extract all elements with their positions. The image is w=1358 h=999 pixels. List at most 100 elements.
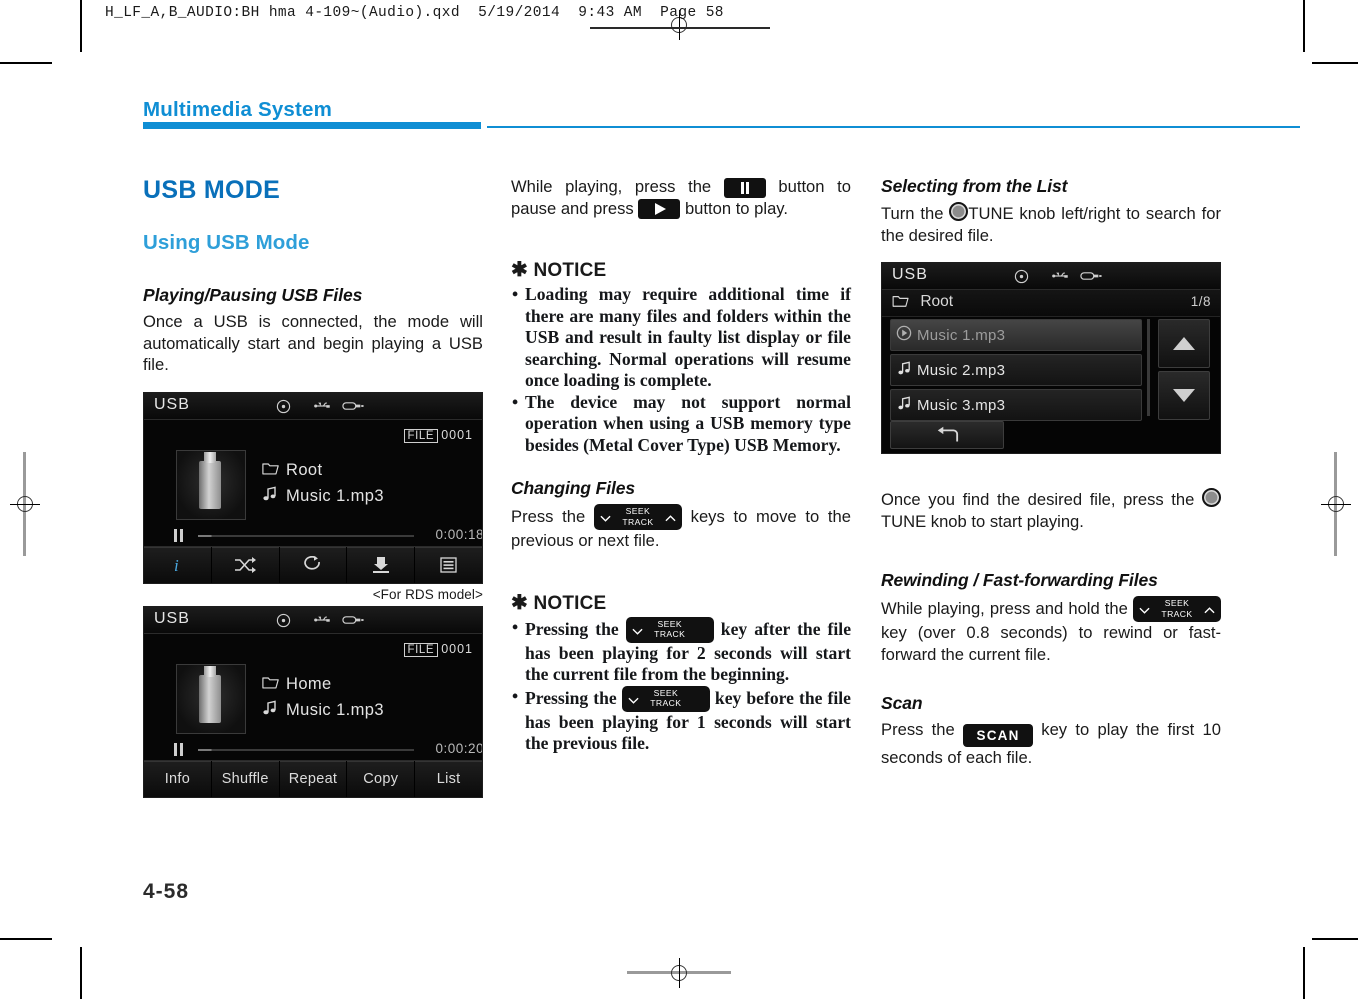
now-playing-icon: [891, 325, 917, 345]
page-number: 4-58: [143, 880, 190, 903]
copy-button[interactable]: [347, 546, 416, 583]
disc-icon: [276, 399, 291, 419]
elapsed-time: 0:00:18: [435, 526, 483, 542]
repeat-button[interactable]: [279, 546, 348, 583]
elapsed-time: 0:00:20: [435, 740, 483, 756]
rewinding-text-pre: While playing, press and hold the: [881, 599, 1128, 618]
pause-state-icon: [174, 742, 177, 756]
headunit-screenshot-usb-player-rds: USB FILE 0001 Home Music 1.mp3 0:00:20 I…: [143, 605, 483, 798]
usb-stick-artwork: [176, 663, 246, 734]
track-metadata: Root Music 1.mp3: [262, 458, 384, 510]
seek-track-key-icon: SEEK TRACK: [625, 616, 714, 643]
list-button[interactable]: List: [415, 760, 482, 797]
paragraph-found-file: Once you find the desired file, press th…: [881, 488, 1221, 532]
aux-icon: [342, 613, 364, 631]
crop-mark-top-left-h: [0, 62, 52, 64]
track-name: Music 1.mp3: [286, 487, 384, 505]
shuffle-button[interactable]: [211, 546, 280, 583]
seek-track-key-icon: SEEK TRACK: [1133, 596, 1221, 622]
triangle-up-icon: [1173, 337, 1195, 350]
notice2a-pre: Pressing the: [525, 618, 619, 639]
rewinding-text-post: key (over 0.8 seconds) to rewind or fast…: [881, 623, 1221, 664]
tune-knob-icon: [1201, 488, 1221, 507]
asterisk-icon: ✱: [511, 259, 528, 282]
registration-mark-left: [10, 489, 40, 519]
usb-icon: [314, 399, 331, 418]
shuffle-button[interactable]: Shuffle: [211, 760, 280, 797]
seek-track-key-icon: SEEK TRACK: [621, 685, 710, 712]
playback-progress-rds: 0:00:20: [174, 741, 482, 758]
triangle-down-icon: [1173, 389, 1195, 402]
track-label: TRACK: [654, 629, 686, 640]
scroll-down-button[interactable]: [1158, 371, 1210, 420]
chevron-up-icon: [1204, 605, 1215, 616]
seek-track-label: SEEK TRACK: [622, 688, 710, 709]
crop-mark-bottom-right-v: [1303, 947, 1305, 999]
notice-list-1: Loading may require additional time if t…: [511, 284, 851, 456]
scroll-up-button[interactable]: [1158, 319, 1210, 368]
list-item[interactable]: Music 3.mp3: [890, 389, 1142, 421]
back-arrow-icon: [937, 426, 959, 442]
chapter-rule-thin: [487, 126, 1300, 129]
disc-icon: [276, 613, 291, 633]
list-item[interactable]: Music 1.mp3: [890, 319, 1142, 351]
svg-text:i: i: [174, 556, 179, 575]
headunit-button-row-rds: Info Shuffle Repeat Copy List: [144, 759, 482, 797]
usb-stick-artwork: [176, 449, 246, 520]
paragraph-playing-pausing: Once a USB is connected, the mode will a…: [143, 312, 483, 374]
music-note-icon: [262, 486, 286, 507]
chapter-rule-thick: [143, 122, 481, 129]
info-button[interactable]: i: [144, 546, 212, 583]
pause-text-post: button to play.: [684, 198, 788, 218]
paragraph-selecting-from-list: Turn the TUNE knob left/right to search …: [881, 202, 1221, 246]
progress-bar: [198, 534, 414, 537]
registration-mark-right: [1321, 489, 1351, 519]
tune-knob-icon: [949, 202, 969, 221]
file-number: 0001: [441, 427, 473, 442]
track-label: TRACK: [650, 698, 682, 709]
info-button[interactable]: Info: [144, 760, 212, 797]
notice-label: NOTICE: [533, 592, 607, 614]
file-number: 0001: [441, 641, 473, 656]
file-number-indicator-rds: FILE 0001: [403, 641, 474, 657]
chevron-up-icon: [665, 513, 676, 524]
headunit-button-row: i: [144, 545, 482, 583]
folder-line: Root: [262, 458, 384, 484]
notice-item: Loading may require additional time if t…: [511, 284, 851, 392]
notice-item: The device may not support normal operat…: [511, 392, 851, 457]
disc-icon: [1014, 269, 1029, 289]
play-key-icon: [638, 199, 681, 220]
crop-mark-bottom-right-h: [1312, 938, 1358, 940]
list-scrollbar[interactable]: [1147, 319, 1150, 416]
headunit-stage-rds: FILE 0001 Home Music 1.mp3 0:00:20: [144, 633, 482, 760]
headunit-topbar-list: USB: [882, 263, 1220, 290]
copy-button[interactable]: Copy: [347, 760, 416, 797]
list-button[interactable]: [415, 546, 482, 583]
folder-icon: [262, 461, 286, 481]
heading-changing-files: Changing Files: [511, 478, 636, 499]
back-button[interactable]: [890, 421, 1004, 449]
caption-for-rds-model: <For RDS model>: [372, 586, 483, 602]
found-text-pre: Once you find the desired file, press th…: [881, 490, 1195, 509]
track-metadata-rds: Home Music 1.mp3: [262, 672, 384, 724]
file-label: FILE: [403, 642, 439, 657]
section-title-usb-mode: USB MODE: [143, 176, 281, 204]
paragraph-pause-play: While playing, press the button to pause…: [511, 176, 851, 220]
list-folder-name: Root: [920, 293, 954, 310]
heading-playing-pausing: Playing/Pausing USB Files: [143, 285, 363, 305]
headunit-screenshot-file-list: USB Root 1/8 Music 1.mp3 Music 2.mp3 Mus…: [881, 262, 1221, 454]
track-line: Music 1.mp3: [262, 484, 384, 510]
list-page-indicator: 1/8: [1190, 294, 1211, 309]
notice2b-pre: Pressing the: [525, 687, 617, 708]
list-item-label: Music 1.mp3: [917, 326, 1006, 344]
aux-icon: [1080, 269, 1102, 287]
notice-heading-1: ✱ NOTICE: [511, 257, 851, 282]
repeat-button[interactable]: Repeat: [279, 760, 348, 797]
folder-name: Home: [286, 675, 332, 693]
file-number-indicator: FILE 0001: [403, 427, 474, 443]
folder-icon: [262, 675, 286, 695]
list-item[interactable]: Music 2.mp3: [890, 354, 1142, 386]
